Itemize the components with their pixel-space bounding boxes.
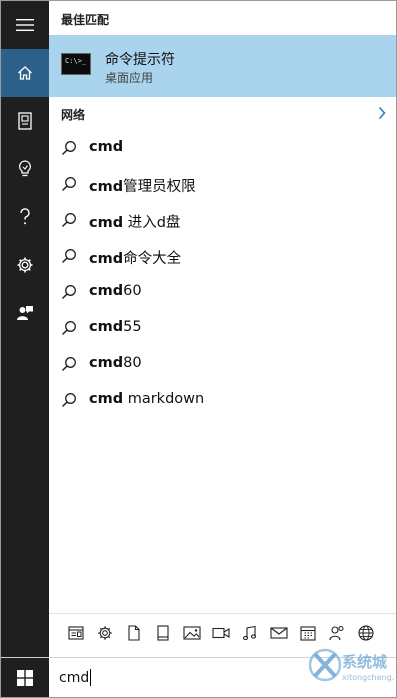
best-match-subtitle: 桌面应用 xyxy=(105,71,154,85)
best-match-item[interactable]: C:\>_ 命令提示符 桌面应用 xyxy=(49,35,396,97)
suggestion-item[interactable]: cmd xyxy=(49,130,396,166)
suggestion-rest: 命令大全 xyxy=(123,251,182,267)
suggestion-text: cmd60 xyxy=(89,283,142,299)
suggestion-text: cmd55 xyxy=(89,319,142,335)
apps-icon[interactable] xyxy=(65,624,87,642)
suggestion-text: cmd80 xyxy=(89,355,142,371)
suggestion-item[interactable]: cmd命令大全 xyxy=(49,238,396,274)
suggestion-rest: 55 xyxy=(123,319,142,335)
suggestion-bold: cmd xyxy=(89,391,124,407)
suggestion-rest: 80 xyxy=(123,355,142,371)
svg-text:系统城: 系统城 xyxy=(342,653,387,671)
best-match-heading: 最佳匹配 xyxy=(61,13,110,27)
suggestion-bold: cmd xyxy=(89,139,124,155)
search-icon xyxy=(61,392,77,412)
suggestion-bold: cmd xyxy=(89,179,124,195)
search-panel: 最佳匹配 C:\>_ 命令提示符 桌面应用 网络 cmd cmd管理员权限 cmd … xyxy=(0,0,397,698)
email-icon[interactable] xyxy=(268,624,290,642)
settings-icon[interactable] xyxy=(1,241,49,289)
suggestion-bold: cmd xyxy=(89,215,124,231)
suggestion-item[interactable]: cmd55 xyxy=(49,310,396,346)
suggestion-bold: cmd xyxy=(89,355,124,371)
search-icon xyxy=(61,320,77,340)
suggestion-text: cmd命令大全 xyxy=(89,247,181,268)
site-watermark-logo: 系统城 xitongcheng.cc xyxy=(308,637,396,695)
suggestion-rest: 进入d盘 xyxy=(123,215,181,231)
suggestion-bold: cmd xyxy=(89,319,124,335)
search-icon xyxy=(61,284,77,304)
suggestion-rest: 管理员权限 xyxy=(123,179,196,195)
suggestion-bold: cmd xyxy=(89,251,124,267)
search-icon xyxy=(61,356,77,376)
feedback-icon[interactable] xyxy=(1,289,49,337)
text-caret xyxy=(90,669,91,686)
help-icon[interactable] xyxy=(1,193,49,241)
suggestion-text: cmd 进入d盘 xyxy=(89,211,180,232)
folders-icon[interactable] xyxy=(152,624,174,642)
suggestion-bold: cmd xyxy=(89,283,124,299)
videos-icon[interactable] xyxy=(210,624,232,642)
suggestion-text: cmd xyxy=(89,139,123,155)
web-section-header[interactable]: 网络 xyxy=(49,101,396,127)
windows-start-icon[interactable] xyxy=(1,658,49,697)
search-icon xyxy=(61,140,77,160)
suggestion-text: cmd markdown xyxy=(89,391,204,407)
cmd-console-icon: C:\>_ xyxy=(61,53,91,75)
suggestion-text: cmd管理员权限 xyxy=(89,175,196,196)
photos-icon[interactable] xyxy=(181,624,203,642)
suggestion-item[interactable]: cmd60 xyxy=(49,274,396,310)
chevron-right-icon xyxy=(378,105,386,124)
hamburger-menu-icon[interactable] xyxy=(1,1,49,49)
web-heading: 网络 xyxy=(61,108,86,122)
suggestion-item[interactable]: cmd管理员权限 xyxy=(49,166,396,202)
suggestion-rest: 60 xyxy=(123,283,142,299)
search-icon xyxy=(61,248,77,268)
svg-text:xitongcheng.cc: xitongcheng.cc xyxy=(342,673,395,682)
notebook-icon[interactable] xyxy=(1,97,49,145)
best-match-title: 命令提示符 xyxy=(105,52,175,68)
home-icon[interactable] xyxy=(1,49,49,97)
search-icon xyxy=(61,176,77,196)
suggestion-rest: markdown xyxy=(123,391,205,407)
suggestion-item[interactable]: cmd 进入d盘 xyxy=(49,202,396,238)
lightbulb-icon[interactable] xyxy=(1,145,49,193)
music-icon[interactable] xyxy=(239,624,261,642)
search-input[interactable] xyxy=(59,668,319,688)
left-rail xyxy=(1,1,49,657)
suggestion-item[interactable]: cmd markdown xyxy=(49,382,396,418)
documents-icon[interactable] xyxy=(123,624,145,642)
suggestion-item[interactable]: cmd80 xyxy=(49,346,396,382)
settings-filter-icon[interactable] xyxy=(94,624,116,642)
search-icon xyxy=(61,212,77,232)
results-pane: 最佳匹配 C:\>_ 命令提示符 桌面应用 网络 cmd cmd管理员权限 cmd … xyxy=(49,1,396,657)
